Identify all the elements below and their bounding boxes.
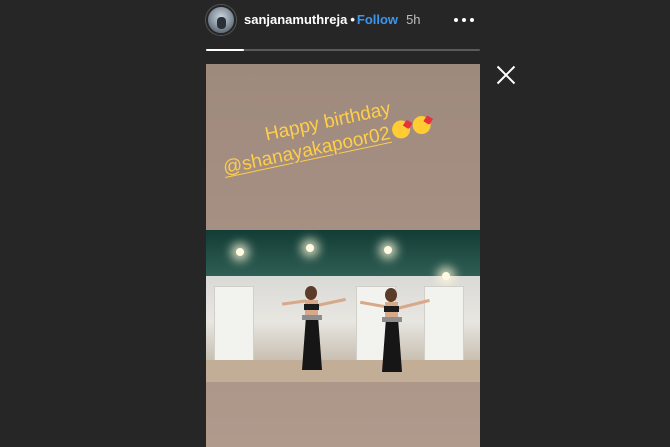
dance-video-frame (206, 230, 480, 382)
dancer-figure (359, 288, 430, 378)
studio-floor (206, 360, 480, 382)
follow-button[interactable]: Follow (357, 12, 398, 27)
dancer-figure (281, 286, 346, 376)
studio-window (424, 286, 464, 364)
separator-dot: • (350, 12, 355, 27)
studio-window (214, 286, 254, 364)
studio-ceiling (206, 230, 480, 276)
more-options-icon[interactable] (452, 11, 476, 27)
story-header: sanjanamuthreja • Follow 5h (206, 5, 480, 35)
ceiling-light (442, 272, 450, 280)
story-media[interactable]: Happy birthday @shanayakapoor02 (206, 64, 480, 447)
story-meta: sanjanamuthreja • Follow 5h (244, 12, 421, 27)
story-progress-fill (206, 49, 245, 51)
ceiling-light (384, 246, 392, 254)
close-icon[interactable] (496, 65, 516, 85)
kiss-emoji-icon (411, 114, 433, 136)
story-progress-bar (206, 49, 480, 51)
kiss-emoji-icon (390, 118, 413, 141)
timestamp: 5h (406, 12, 421, 27)
username-link[interactable]: sanjanamuthreja (244, 12, 347, 27)
ceiling-light (236, 248, 244, 256)
ceiling-light (306, 244, 314, 252)
avatar[interactable] (206, 5, 236, 35)
story-caption: Happy birthday @shanayakapoor02 (216, 80, 480, 181)
